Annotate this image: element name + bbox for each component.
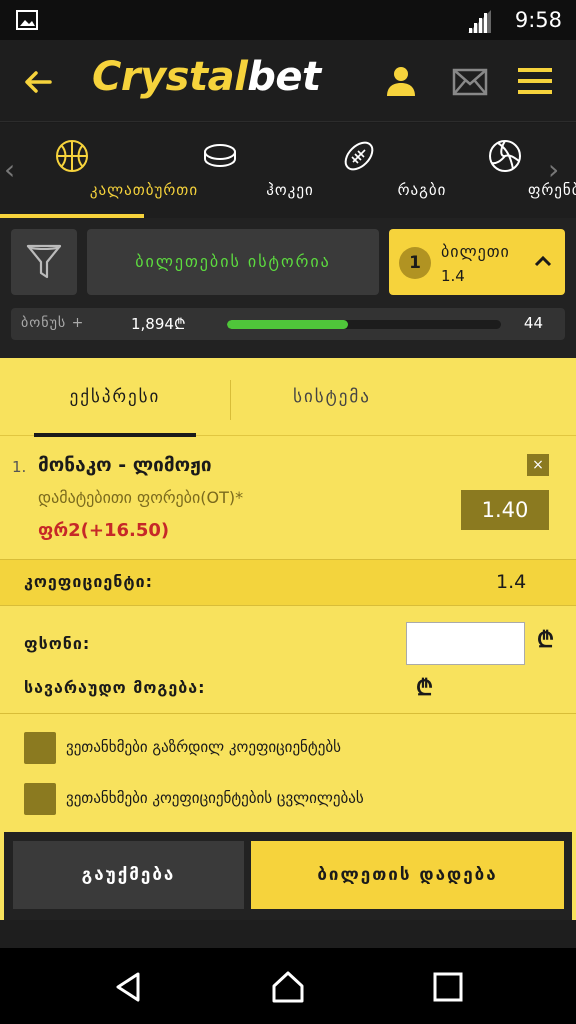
ticket-count-badge: 1 xyxy=(399,247,431,279)
checkbox-label: ვეთანხმები კოეფიციენტების ცვლილებას xyxy=(66,789,364,807)
ticket-history-button[interactable]: ბილეთების ისტორია xyxy=(87,229,379,295)
sport-tab-hockey[interactable]: ჰოკეი xyxy=(150,123,313,218)
bet-index: 1. xyxy=(12,458,27,476)
bet-pick: ფრ2(+16.50) xyxy=(38,520,170,541)
place-bet-button[interactable]: ბილეთის დადება xyxy=(251,841,564,909)
bet-item: 1. მონაკო - ლიმოჟი დამატებითი ფორები(OT)… xyxy=(0,436,576,560)
bet-market: დამატებითი ფორები(OT)* xyxy=(38,488,244,507)
checkbox-box[interactable] xyxy=(24,783,56,815)
ticket-label: ბილეთი xyxy=(441,242,510,261)
basketball-icon xyxy=(56,140,88,172)
image-notification-icon xyxy=(16,10,38,30)
potential-win-currency-icon: ₾ xyxy=(416,676,433,701)
betslip-toolbar: ბილეთების ისტორია 1 ბილეთი 1.4 ბონუს + 1… xyxy=(0,218,576,358)
sport-tab-label: ფრენბურთი xyxy=(527,181,576,199)
checkbox-box[interactable] xyxy=(24,732,56,764)
stake-label: ფსონი: xyxy=(24,634,91,653)
tab-divider xyxy=(230,380,231,420)
bottom-spacer xyxy=(0,920,576,948)
status-bar: 9:58 xyxy=(0,0,576,40)
rugby-ball-icon xyxy=(344,141,374,171)
sport-tab-basketball[interactable]: კალათბურთი xyxy=(0,123,197,218)
cancel-button[interactable]: გაუქმება xyxy=(13,841,244,909)
coefficient-value: 1.4 xyxy=(496,571,527,593)
sport-tabs: ‹ კალათბურთი ჰოკეი რაგბი ფრენ › xyxy=(0,123,576,218)
betslip-actions: გაუქმება ბილეთის დადება xyxy=(4,832,572,920)
total-coefficient-row: კოეფიციენტი: 1.4 xyxy=(0,560,576,606)
app-header: Crystalbet xyxy=(0,40,576,122)
bonus-label: ბონუს + xyxy=(21,315,85,331)
bet-odds: 1.40 xyxy=(461,490,549,530)
bonus-amount: 1,894₾ xyxy=(131,315,186,333)
back-arrow-icon[interactable] xyxy=(22,66,54,98)
chevron-up-icon xyxy=(534,255,552,267)
brand-suffix: bet xyxy=(247,54,321,100)
app-screen: 9:58 Crystalbet ‹ კალათბურთი ჰოკეი რაგბი… xyxy=(0,0,576,1024)
bonus-progress-track xyxy=(227,320,501,329)
system-navigation-bar xyxy=(0,948,576,1024)
filter-funnel-icon xyxy=(26,244,62,279)
nav-home-icon[interactable] xyxy=(271,970,305,1004)
tab-express[interactable]: ექსპრესი xyxy=(34,358,196,437)
hockey-puck-icon xyxy=(204,144,236,168)
ticket-odds: 1.4 xyxy=(441,267,465,285)
betslip-panel: ექსპრესი სისტემა 1. მონაკო - ლიმოჟი დამა… xyxy=(0,358,576,920)
accept-odds-change-checkbox[interactable]: ვეთანხმები კოეფიციენტების ცვლილებას xyxy=(24,783,564,819)
bonus-progress-fill xyxy=(227,320,348,329)
checkbox-label: ვეთანხმები გაზრდილ კოეფიციენტებს xyxy=(66,738,341,756)
potential-win-label: სავარაუდო მოგება: xyxy=(24,678,206,697)
nav-back-icon[interactable] xyxy=(112,970,146,1004)
stake-section: ფსონი: ₾ სავარაუდო მოგება: ₾ xyxy=(0,606,576,714)
bet-match: მონაკო - ლიმოჟი xyxy=(38,454,212,476)
brand-prefix: Crystal xyxy=(92,54,248,100)
ticket-toggle-button[interactable]: 1 ბილეთი 1.4 xyxy=(389,229,565,295)
clock: 9:58 xyxy=(514,8,562,32)
sport-tab-rugby[interactable]: რაგბი xyxy=(296,123,445,218)
nav-recents-icon[interactable] xyxy=(431,970,465,1004)
scroll-right-icon[interactable]: › xyxy=(548,153,559,186)
mail-icon[interactable] xyxy=(452,67,488,97)
betslip-tabs: ექსპრესი სისტემა xyxy=(0,358,576,437)
accept-increased-odds-checkbox[interactable]: ვეთანხმები გაზრდილ კოეფიციენტებს xyxy=(24,732,564,768)
filter-button[interactable] xyxy=(11,229,77,295)
coefficient-label: კოეფიციენტი: xyxy=(24,572,153,591)
volleyball-icon xyxy=(489,140,521,172)
bonus-count: 44 xyxy=(523,314,543,332)
signal-icon xyxy=(468,10,491,33)
remove-bet-icon[interactable]: × xyxy=(527,454,549,476)
stake-input[interactable] xyxy=(406,622,525,665)
tab-system[interactable]: სისტემა xyxy=(232,358,432,436)
brand-logo[interactable]: Crystalbet xyxy=(92,54,321,100)
user-icon[interactable] xyxy=(384,64,418,98)
stake-currency-icon: ₾ xyxy=(537,628,554,653)
hamburger-menu-icon[interactable] xyxy=(517,66,553,96)
bonus-bar: ბონუს + 1,894₾ 44 xyxy=(11,308,565,340)
